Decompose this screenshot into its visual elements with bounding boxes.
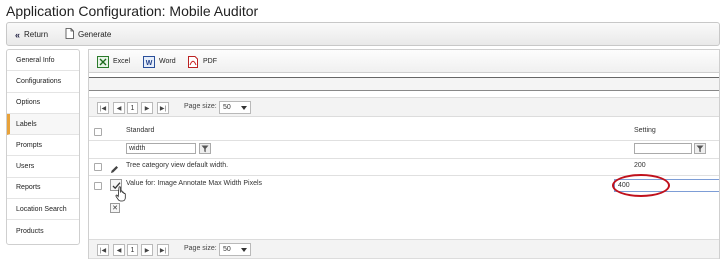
last-page-icon[interactable]: ▶| (157, 244, 169, 256)
select-all-checkbox[interactable] (94, 128, 102, 136)
export-pdf-button[interactable]: PDF (187, 54, 217, 69)
col-setting-header[interactable]: Setting (634, 127, 656, 134)
sidebar-item-label: Location Search (16, 205, 67, 213)
sidebar-item-users[interactable]: Users (7, 156, 79, 178)
export-excel-button[interactable]: Excel (97, 54, 130, 69)
sidebar-item-label: Users (16, 163, 35, 171)
group-panel (89, 77, 719, 91)
page-number[interactable]: 1 (127, 102, 138, 114)
cancel-x-icon[interactable]: ✕ (110, 203, 120, 213)
filter-divider (89, 158, 719, 159)
double-chevron-left-icon: « (15, 29, 21, 40)
sidebar-item-label: Labels (16, 120, 37, 128)
page-size-value: 50 (223, 246, 231, 253)
page-size-select[interactable]: 50 (219, 243, 251, 256)
first-page-icon[interactable]: |◀ (97, 102, 109, 114)
excel-label: Excel (113, 58, 131, 65)
document-icon (65, 28, 74, 41)
row-standard-text: Tree category view default width. (126, 162, 229, 169)
next-page-icon[interactable]: ▶ (141, 102, 153, 114)
setting-filter-input[interactable] (634, 143, 692, 154)
last-page-icon[interactable]: ▶| (157, 102, 169, 114)
sidebar: General Info Configurations Options Labe… (6, 49, 80, 245)
sidebar-item-products[interactable]: Products (7, 220, 79, 241)
sidebar-item-general-info[interactable]: General Info (7, 50, 79, 72)
main-panel: Excel W Word PDF |◀ ◀ 1 ▶ ▶| Page size: … (88, 49, 720, 259)
sidebar-item-labels[interactable]: Labels (7, 113, 79, 136)
word-icon: W (143, 55, 155, 68)
generate-label: Generate (78, 30, 112, 39)
row-checkbox[interactable] (94, 163, 102, 171)
next-page-icon[interactable]: ▶ (141, 244, 153, 256)
return-label: Return (24, 30, 49, 39)
generate-button[interactable]: Generate (65, 26, 111, 43)
first-page-icon[interactable]: |◀ (97, 244, 109, 256)
filter-icon[interactable] (199, 143, 211, 154)
excel-icon (97, 55, 109, 68)
row-setting-text: 200 (634, 162, 646, 169)
labels-grid: |◀ ◀ 1 ▶ ▶| Page size: 50 Standard Setti… (88, 72, 720, 259)
highlight-ellipse (612, 174, 670, 197)
word-label: Word (159, 58, 176, 65)
page-size-label: Page size: (184, 103, 217, 110)
header-divider (89, 140, 719, 141)
grid-header: Standard Setting (89, 124, 719, 140)
export-word-button[interactable]: W Word (143, 54, 176, 69)
sidebar-item-label: Configurations (16, 77, 62, 85)
sidebar-item-options[interactable]: Options (7, 93, 79, 114)
sidebar-item-prompts[interactable]: Prompts (7, 135, 79, 157)
chevron-down-icon (241, 248, 247, 252)
pencil-icon[interactable] (110, 161, 119, 179)
sidebar-item-reports[interactable]: Reports (7, 178, 79, 200)
sidebar-item-configurations[interactable]: Configurations (7, 71, 79, 93)
main-toolbar: « Return Generate (6, 22, 720, 46)
page-number[interactable]: 1 (127, 244, 138, 256)
sidebar-item-label: General Info (16, 56, 55, 64)
pdf-label: PDF (203, 58, 217, 65)
prev-page-icon[interactable]: ◀ (113, 244, 125, 256)
page-size-select[interactable]: 50 (219, 101, 251, 114)
page-title: Application Configuration: Mobile Audito… (6, 3, 259, 19)
standard-filter-input[interactable]: width (126, 143, 196, 154)
row-standard-text: Value for: Image Annotate Max Width Pixe… (126, 180, 263, 187)
chevron-down-icon (241, 106, 247, 110)
svg-text:W: W (146, 60, 153, 67)
prev-page-icon[interactable]: ◀ (113, 102, 125, 114)
filter-icon[interactable] (694, 143, 706, 154)
page-size-label: Page size: (184, 245, 217, 252)
page-size-value: 50 (223, 104, 231, 111)
pager-top: |◀ ◀ 1 ▶ ▶| Page size: 50 (89, 97, 719, 117)
return-button[interactable]: « Return (15, 26, 48, 43)
export-toolbar: Excel W Word PDF (88, 49, 720, 72)
sidebar-item-label: Prompts (16, 141, 43, 149)
col-standard-header[interactable]: Standard (126, 127, 154, 134)
pager-bottom: |◀ ◀ 1 ▶ ▶| Page size: 50 (89, 239, 719, 259)
sidebar-item-label: Reports (16, 184, 41, 192)
sidebar-item-label: Products (16, 227, 44, 235)
pdf-icon (187, 55, 199, 68)
sidebar-item-location-search[interactable]: Location Search (7, 199, 79, 221)
sidebar-item-label: Options (16, 99, 41, 107)
row-checkbox[interactable] (94, 182, 102, 190)
